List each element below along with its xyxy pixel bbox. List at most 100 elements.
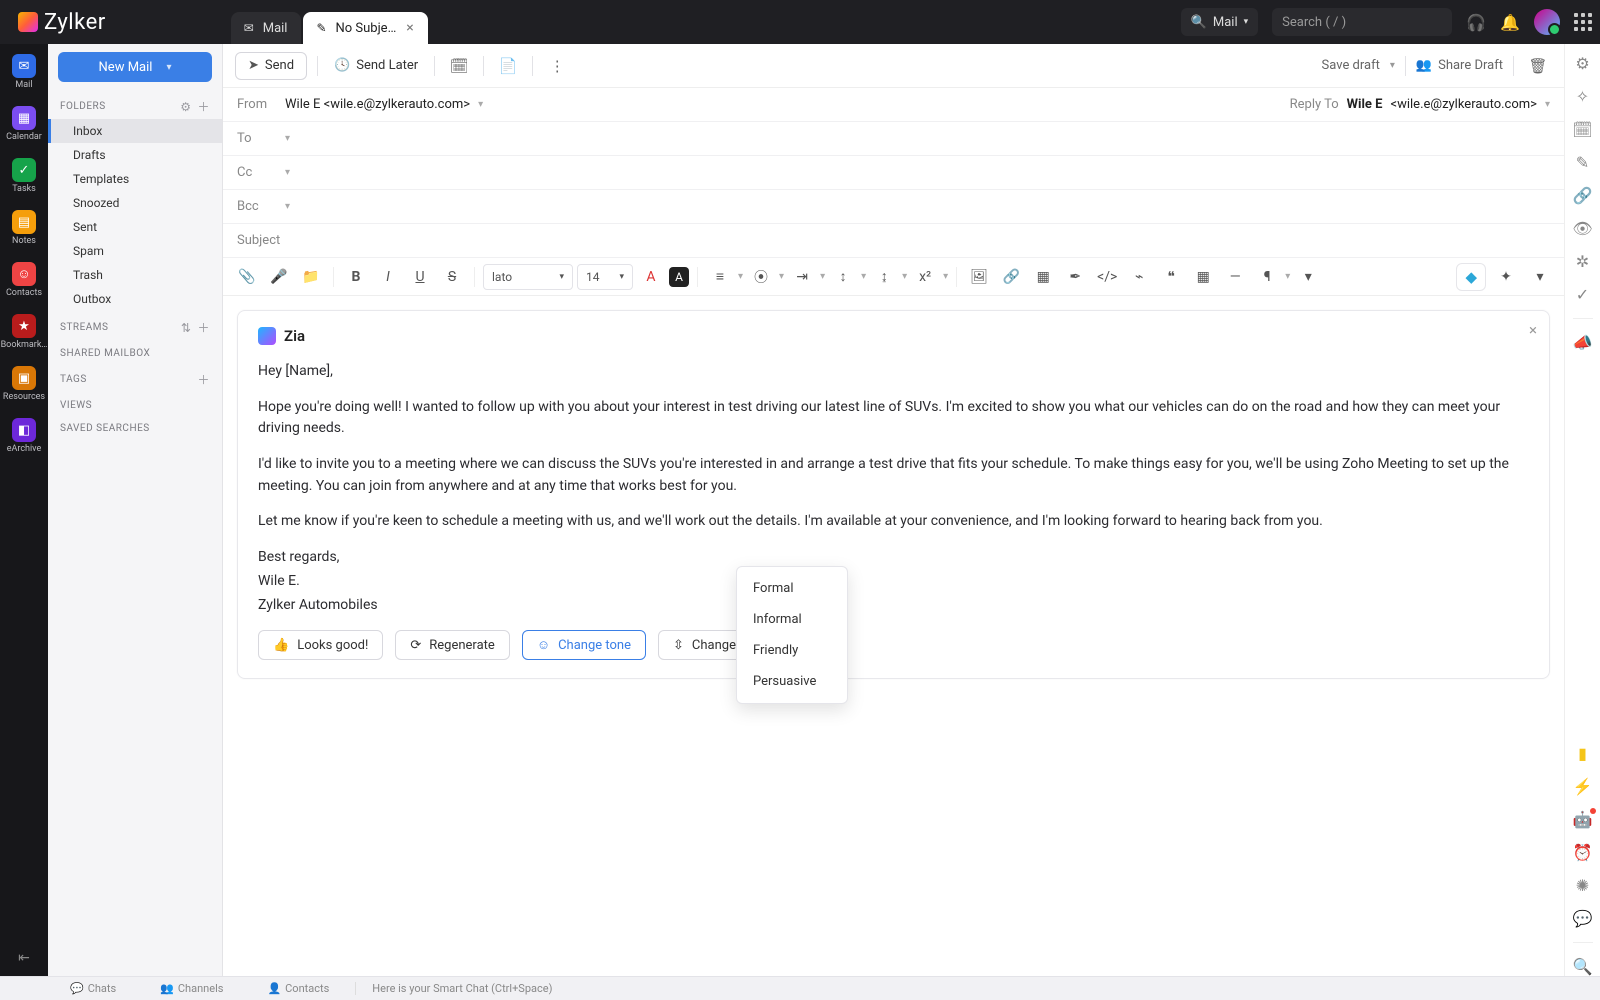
bolt-icon[interactable]: ⚡ — [1573, 777, 1593, 796]
send-button[interactable]: ➤Send — [235, 52, 307, 80]
search-input[interactable]: Search ( / ) — [1272, 8, 1452, 36]
spacing-icon[interactable]: ↨ — [870, 263, 898, 291]
app-notes[interactable]: ▤Notes — [6, 210, 42, 246]
more-icon[interactable]: ⋮ — [543, 52, 571, 80]
line-height-icon[interactable]: ↕ — [829, 263, 857, 291]
chat-icon[interactable]: 💬 — [1573, 909, 1593, 928]
apps-grid-icon[interactable] — [1574, 13, 1592, 31]
close-icon[interactable]: × — [406, 20, 413, 36]
eye-icon[interactable]: 👁 — [1572, 219, 1592, 238]
italic-icon[interactable]: I — [374, 263, 402, 291]
font-select[interactable]: lato▾ — [483, 264, 573, 290]
template-icon[interactable]: 📄 — [494, 52, 522, 80]
strike-icon[interactable]: S — [438, 263, 466, 291]
chevron-down-icon[interactable]: ▾ — [478, 99, 483, 110]
link-icon[interactable]: 🔗 — [997, 263, 1025, 291]
table-icon[interactable]: ▦ — [1029, 263, 1057, 291]
direction-icon[interactable]: ¶ — [1253, 263, 1281, 291]
change-tone-button[interactable]: ☺Change tone — [522, 630, 646, 660]
app-earchive[interactable]: ◧eArchive — [6, 418, 42, 454]
folder-drafts[interactable]: Drafts — [48, 143, 222, 167]
search-icon[interactable]: 🔍 — [1573, 957, 1593, 976]
quote-icon[interactable]: ❝ — [1157, 263, 1185, 291]
code-icon[interactable]: </> — [1093, 263, 1121, 291]
share-draft-button[interactable]: 👥Share Draft — [1416, 58, 1503, 73]
looks-good-button[interactable]: 👍Looks good! — [258, 630, 383, 660]
search-scope-dropdown[interactable]: 🔍 Mail ▾ — [1181, 8, 1258, 36]
indent-icon[interactable]: ⇥ — [788, 263, 816, 291]
folder-sent[interactable]: Sent — [48, 215, 222, 239]
bot-icon[interactable]: 🤖 — [1573, 810, 1593, 829]
zia-toggle[interactable]: ◆ — [1456, 263, 1486, 291]
send-later-button[interactable]: 🕓Send Later — [328, 52, 424, 80]
font-size-select[interactable]: 14▾ — [577, 264, 633, 290]
close-icon[interactable]: × — [1529, 321, 1537, 339]
bottom-channels[interactable]: 👥Channels — [138, 982, 245, 995]
new-mail-button[interactable]: New Mail ▾ — [58, 52, 212, 82]
bottom-chats[interactable]: 💬Chats — [48, 982, 138, 995]
bell-icon[interactable]: 🔔 — [1500, 13, 1520, 32]
attach-icon[interactable]: 📎 — [233, 263, 261, 291]
image-icon[interactable]: 🖼 — [965, 263, 993, 291]
link-icon[interactable]: 🔗 — [1573, 186, 1593, 205]
tone-option-formal[interactable]: Formal — [737, 573, 847, 604]
headset-icon[interactable]: 🎧 — [1466, 13, 1486, 32]
app-resources[interactable]: ▣Resources — [6, 366, 42, 402]
alarm-icon[interactable]: ⏰ — [1573, 843, 1593, 862]
gear-icon[interactable]: ⚙ — [180, 100, 191, 114]
underline-icon[interactable]: U — [406, 263, 434, 291]
signature-icon[interactable]: ✒ — [1061, 263, 1089, 291]
brush-icon[interactable]: ✓ — [1576, 285, 1589, 304]
text-color-icon[interactable]: A — [637, 263, 665, 291]
tone-option-friendly[interactable]: Friendly — [737, 635, 847, 666]
chevron-down-icon[interactable]: ▾ — [1390, 60, 1395, 71]
chevron-down-icon[interactable]: ▾ — [1526, 263, 1554, 291]
gear-icon[interactable]: ⚙ — [1575, 54, 1589, 73]
subject-row[interactable]: Subject — [223, 224, 1564, 258]
plus-icon[interactable]: ＋ — [197, 371, 210, 388]
tab-mail[interactable]: ✉ Mail — [231, 12, 302, 44]
list-icon[interactable]: ⦿ — [747, 263, 775, 291]
compose-body[interactable]: × Zia Hey [Name], Hope you're doing well… — [223, 296, 1564, 976]
regenerate-button[interactable]: ⟳Regenerate — [395, 630, 509, 660]
chevron-down-icon[interactable]: ▾ — [1294, 263, 1322, 291]
pencil-icon[interactable]: ✎ — [1576, 153, 1589, 172]
app-calendar[interactable]: ▦Calendar — [6, 106, 42, 142]
note-icon[interactable]: ▮ — [1578, 744, 1587, 763]
tone-option-informal[interactable]: Informal — [737, 604, 847, 635]
help-icon[interactable]: ✺ — [1576, 876, 1589, 895]
folder-icon[interactable]: 📁 — [297, 263, 325, 291]
tab-compose[interactable]: ✎ No Subje… × — [303, 12, 427, 44]
superscript-icon[interactable]: x² — [911, 263, 939, 291]
grid-icon[interactable]: ▦ — [1189, 263, 1217, 291]
save-draft-button[interactable]: Save draft — [1322, 58, 1380, 73]
trash-icon[interactable]: 🗑 — [1524, 52, 1552, 80]
to-row[interactable]: To▾ — [223, 122, 1564, 156]
tone-option-persuasive[interactable]: Persuasive — [737, 666, 847, 697]
sparkle-icon[interactable]: ✦ — [1492, 263, 1520, 291]
mic-icon[interactable]: 🎤 — [265, 263, 293, 291]
app-mail[interactable]: ✉Mail — [6, 54, 42, 90]
collapse-icon[interactable]: ⇤ — [18, 950, 30, 966]
bcc-row[interactable]: Bcc▾ — [223, 190, 1564, 224]
plus-icon[interactable]: ＋ — [197, 319, 210, 336]
app-contacts[interactable]: ☺Contacts — [6, 262, 42, 298]
folder-trash[interactable]: Trash — [48, 263, 222, 287]
highlight-icon[interactable]: A — [669, 267, 689, 287]
plus-icon[interactable]: ＋ — [197, 98, 210, 115]
folder-spam[interactable]: Spam — [48, 239, 222, 263]
cc-row[interactable]: Cc▾ — [223, 156, 1564, 190]
folder-outbox[interactable]: Outbox — [48, 287, 222, 311]
butterfly-icon[interactable]: ✧ — [1576, 87, 1589, 106]
embed-icon[interactable]: ⌁ — [1125, 263, 1153, 291]
hr-icon[interactable]: — — [1221, 263, 1249, 291]
chevron-down-icon[interactable]: ▾ — [1545, 99, 1550, 110]
folder-snoozed[interactable]: Snoozed — [48, 191, 222, 215]
calendar-icon[interactable]: 🗓 — [1572, 120, 1592, 139]
bottom-contacts[interactable]: 👤Contacts — [245, 982, 351, 995]
sort-icon[interactable]: ⇅ — [181, 321, 192, 335]
bold-icon[interactable]: B — [342, 263, 370, 291]
calendar-icon[interactable]: 🗓 — [445, 52, 473, 80]
folder-templates[interactable]: Templates — [48, 167, 222, 191]
speaker-icon[interactable]: 📣 — [1573, 333, 1593, 352]
